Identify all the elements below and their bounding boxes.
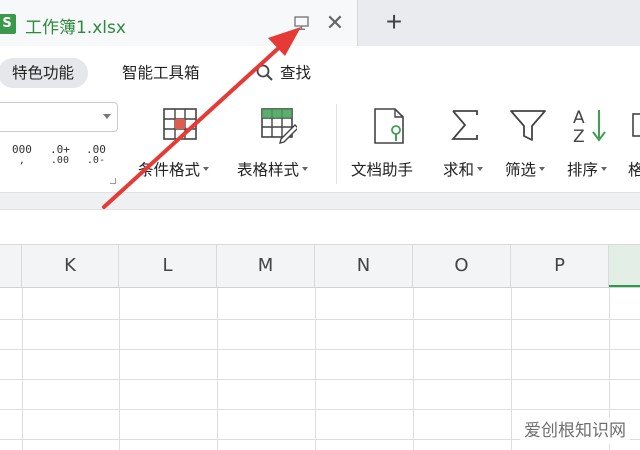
document-wrench-icon — [374, 108, 404, 144]
column-header-n[interactable]: N — [315, 245, 413, 287]
table-style-icon — [261, 108, 297, 144]
funnel-icon — [510, 110, 546, 141]
column-header-edge[interactable] — [0, 245, 22, 287]
format-icon — [632, 113, 640, 137]
sort-az-icon: A Z — [573, 108, 606, 146]
column-header-row: K L M N O P — [0, 244, 640, 288]
column-header-p[interactable]: P — [511, 245, 609, 287]
conditional-format-label: 条件格式 — [138, 161, 201, 179]
column-header-l[interactable]: L — [119, 245, 217, 287]
decrease-decimal-button[interactable]: .00 .0- — [86, 144, 106, 166]
svg-text:Z: Z — [573, 127, 585, 146]
watermark-text: 爱创根知识网 — [520, 418, 630, 444]
dialog-launcher-icon[interactable] — [110, 178, 116, 184]
column-header-k[interactable]: K — [22, 245, 119, 287]
thousands-separator-button[interactable]: 000 , — [12, 144, 32, 166]
filter-label: 筛选 — [505, 161, 537, 179]
ribbon-tab-row: 特色功能 智能工具箱 查找 — [0, 46, 640, 98]
search-icon — [256, 64, 273, 81]
svg-text:A: A — [573, 108, 585, 128]
column-header-o[interactable]: O — [413, 245, 511, 287]
ribbon-toolbar: 000 , .0+ .00 .00 .0- 条件格式 表格样式 文档助手 求和 … — [0, 98, 640, 192]
new-tab-button[interactable]: + — [380, 8, 408, 36]
conditional-format-icon — [163, 108, 197, 140]
chevron-down-icon — [477, 167, 484, 171]
chevron-down-icon — [601, 167, 608, 171]
chevron-down-icon — [103, 114, 111, 119]
chevron-down-icon — [302, 167, 309, 171]
number-format-dropdown[interactable] — [0, 102, 118, 132]
title-tab-bar: S 工作簿1.xlsx ✕ + — [0, 0, 640, 46]
format-label: 格 — [628, 161, 640, 179]
table-style-label: 表格样式 — [237, 161, 300, 179]
search-button[interactable]: 查找 — [256, 58, 311, 88]
spreadsheet-app-icon: S — [0, 14, 16, 34]
document-tab[interactable]: S 工作簿1.xlsx ✕ — [0, 0, 358, 46]
search-label: 查找 — [280, 64, 312, 82]
column-header-selected[interactable] — [609, 245, 640, 287]
chevron-down-icon — [203, 167, 210, 171]
sum-label: 求和 — [443, 161, 475, 179]
document-assistant-label: 文档助手 — [351, 161, 414, 179]
tab-smart-toolbox[interactable]: 智能工具箱 — [122, 58, 200, 88]
formula-bar[interactable] — [0, 210, 640, 244]
increase-decimal-button[interactable]: .0+ .00 — [50, 144, 70, 166]
close-tab-icon[interactable]: ✕ — [325, 12, 345, 34]
ribbon-divider — [336, 104, 337, 184]
sort-label: 排序 — [567, 161, 599, 179]
sigma-icon — [451, 110, 478, 140]
column-header-m[interactable]: M — [217, 245, 315, 287]
toolbar-separator-band — [0, 192, 640, 210]
tab-special-features[interactable]: 特色功能 — [0, 58, 89, 88]
chevron-down-icon — [539, 167, 546, 171]
document-title: 工作簿1.xlsx — [25, 18, 126, 38]
monitor-icon[interactable] — [293, 15, 311, 31]
